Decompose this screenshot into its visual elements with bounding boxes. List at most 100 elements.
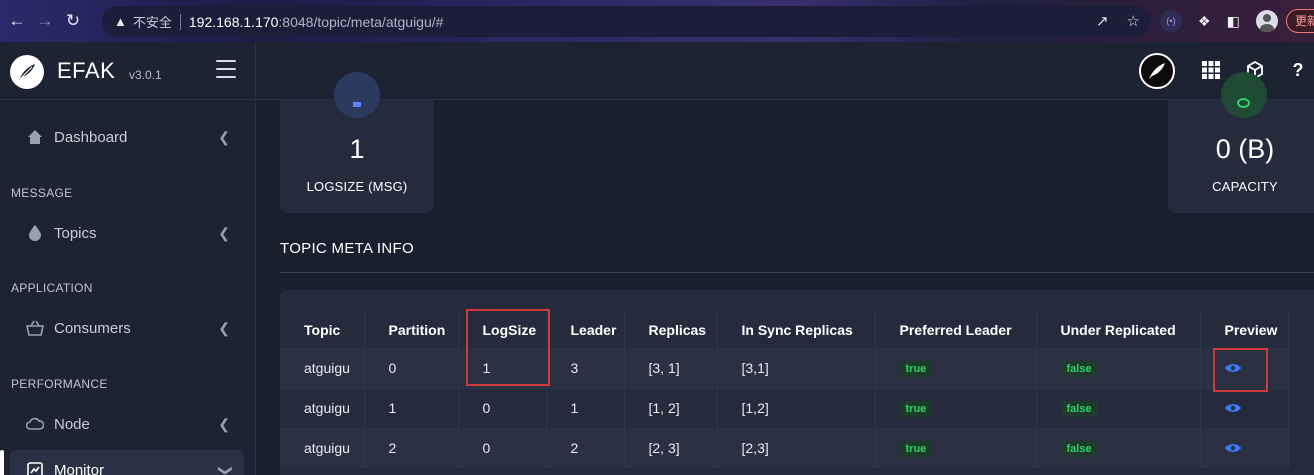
col-header-preview[interactable]: Preview (1200, 310, 1289, 348)
user-avatar[interactable] (1139, 53, 1175, 89)
chevron-down-icon: ❮ (215, 464, 232, 475)
status-badge: false (1060, 401, 1098, 417)
cell-preview (1200, 427, 1289, 468)
logsize-value: 1 (349, 134, 365, 164)
topic-meta-table: Topic Partition LogSize Leader Replicas … (280, 310, 1289, 468)
profile-avatar-icon[interactable] (1255, 10, 1278, 32)
col-header-replicas[interactable]: Replicas (624, 310, 718, 348)
cell-under-replicated: false (1036, 427, 1201, 468)
back-icon[interactable]: ← (6, 10, 28, 32)
forward-icon[interactable]: → (34, 10, 56, 32)
table-row: atguigu 1 0 1 [1, 2] [1,2] true false (280, 387, 1289, 428)
gauge-icon (1237, 98, 1250, 108)
extensions-puzzle-icon[interactable]: ❖ (1198, 13, 1211, 30)
app-header: EFAK v3.0.1 ? (0, 42, 1314, 100)
topic-meta-table-panel: Topic Partition LogSize Leader Replicas … (280, 290, 1314, 475)
share-icon[interactable]: ↗ (1096, 12, 1109, 30)
preview-eye-icon[interactable] (1224, 403, 1241, 413)
logsize-icon-circle (334, 72, 380, 118)
capacity-card: 0 (B) CAPACITY (1168, 72, 1314, 213)
logsize-card: 1 LOGSIZE (MSG) (280, 72, 434, 213)
logsize-label: LOGSIZE (MSG) (306, 179, 408, 194)
cell-partition: 2 (364, 427, 459, 468)
cell-leader: 2 (546, 427, 625, 468)
cell-replicas: [3, 1] (624, 347, 718, 388)
menu-toggle-icon[interactable] (216, 60, 236, 78)
sidebar-item-label: Dashboard (54, 128, 128, 146)
col-header-isr[interactable]: In Sync Replicas (717, 310, 876, 348)
bookmark-star-icon[interactable]: ☆ (1127, 12, 1140, 30)
chart-icon (24, 459, 46, 475)
sidebar-section-message: MESSAGE (11, 186, 73, 200)
sidebar-panel-icon[interactable]: ◧ (1227, 13, 1240, 30)
cell-leader: 1 (546, 387, 625, 428)
section-divider (280, 272, 1314, 273)
sidebar-item-label: Monitor (54, 461, 105, 475)
chevron-left-icon: ❮ (218, 319, 230, 336)
status-badge: false (1060, 441, 1098, 458)
sidebar-item-dashboard[interactable]: Dashboard ❮ (10, 117, 244, 157)
efak-logo-icon[interactable] (10, 55, 44, 89)
cell-isr: [3,1] (717, 347, 876, 388)
status-badge: true (899, 441, 933, 458)
address-bar[interactable]: ▲ 不安全 192.168.1.170 :8048/topic/meta/atg… (102, 6, 1150, 37)
database-icon (353, 102, 361, 107)
capacity-icon-circle (1221, 72, 1267, 118)
cell-isr: [1,2] (717, 387, 876, 428)
cell-isr: [2,3] (717, 427, 876, 468)
cell-preferred-leader: true (875, 347, 1037, 388)
reload-icon[interactable]: ↻ (62, 10, 84, 32)
browser-toolbar: ← → ↻ ▲ 不安全 192.168.1.170 :8048/topic/me… (0, 0, 1314, 42)
chevron-left-icon: ❮ (218, 415, 230, 432)
table-row: atguigu 0 1 3 [3, 1] [3,1] true false (280, 347, 1289, 388)
cloud-icon (24, 413, 46, 435)
capacity-value: 0 (B) (1215, 134, 1275, 164)
status-badge: true (899, 401, 933, 417)
preview-eye-icon[interactable] (1224, 443, 1241, 453)
app-name: EFAK (57, 58, 116, 83)
sidebar-item-node[interactable]: Node ❮ (10, 404, 244, 444)
help-icon[interactable]: ? (1286, 58, 1310, 82)
cell-under-replicated: false (1036, 347, 1201, 388)
sidebar-section-application: APPLICATION (11, 281, 93, 295)
col-header-topic[interactable]: Topic (280, 310, 365, 348)
table-row: atguigu 2 0 2 [2, 3] [2,3] true false (280, 427, 1289, 468)
col-header-partition[interactable]: Partition (364, 310, 459, 348)
sidebar-item-monitor[interactable]: Monitor ❮ (10, 450, 244, 475)
main-content: 1 LOGSIZE (MSG) 0 (B) CAPACITY TOPIC MET… (256, 72, 1314, 475)
active-indicator (0, 450, 4, 475)
url-host: 192.168.1.170 (188, 13, 279, 30)
sidebar: Dashboard ❮ MESSAGE Topics ❮ APPLICATION… (0, 100, 256, 475)
url-path: :8048/topic/meta/atguigu/# (278, 13, 444, 30)
apps-grid-icon[interactable] (1199, 58, 1223, 82)
chevron-left-icon: ❮ (218, 224, 230, 241)
sidebar-item-label: Node (54, 415, 90, 433)
section-title: TOPIC META INFO (280, 240, 414, 257)
col-header-under-replicated[interactable]: Under Replicated (1036, 310, 1201, 348)
drop-icon (24, 222, 46, 244)
cell-topic: atguigu (280, 387, 365, 428)
table-header-row: Topic Partition LogSize Leader Replicas … (280, 310, 1289, 348)
col-header-preferred-leader[interactable]: Preferred Leader (875, 310, 1037, 348)
cell-replicas: [2, 3] (624, 427, 718, 468)
update-button[interactable]: 更新 (1286, 9, 1314, 33)
sidebar-section-performance: PERFORMANCE (11, 377, 108, 391)
cell-under-replicated: false (1036, 387, 1201, 428)
status-badge: false (1060, 361, 1098, 377)
preview-eye-icon[interactable] (1224, 363, 1241, 373)
sidebar-item-topics[interactable]: Topics ❮ (10, 213, 244, 253)
cell-logsize: 0 (458, 387, 547, 428)
cell-preferred-leader: true (875, 427, 1037, 468)
basket-icon (24, 317, 46, 339)
col-header-logsize[interactable]: LogSize (458, 310, 547, 348)
cell-preferred-leader: true (875, 387, 1037, 428)
status-badge: true (899, 361, 933, 377)
cell-preview (1200, 347, 1289, 388)
capacity-label: CAPACITY (1212, 179, 1278, 194)
col-header-leader[interactable]: Leader (546, 310, 625, 348)
sidebar-item-consumers[interactable]: Consumers ❮ (10, 308, 244, 348)
cell-leader: 3 (546, 347, 625, 388)
extension-badge-icon[interactable]: (•) (1160, 10, 1182, 32)
cell-logsize: 0 (458, 427, 547, 468)
sidebar-item-label: Topics (54, 224, 97, 242)
